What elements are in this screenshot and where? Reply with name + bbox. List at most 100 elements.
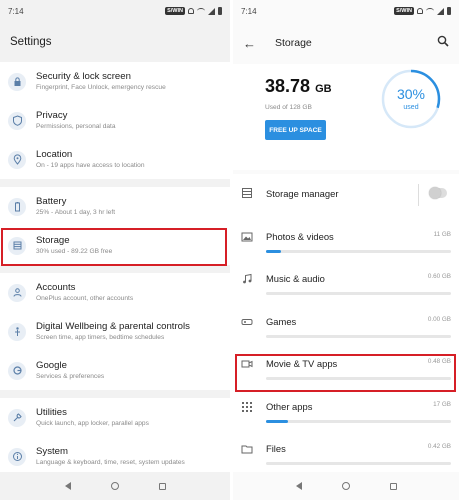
music-note-icon bbox=[241, 272, 253, 284]
settings-list: Security & lock screen Fingerprint, Face … bbox=[0, 62, 230, 476]
settings-item-system[interactable]: System Language & keyboard, time, reset, … bbox=[0, 437, 230, 476]
apps-grid-icon bbox=[241, 400, 253, 412]
signal-icon bbox=[437, 7, 444, 15]
settings-item-subtitle: Services & preferences bbox=[36, 372, 105, 380]
storage-category-name: Photos & videos bbox=[266, 230, 334, 242]
google-g-icon bbox=[8, 361, 26, 380]
nav-bar bbox=[0, 472, 230, 500]
folder-icon bbox=[241, 442, 253, 454]
free-up-space-button[interactable]: FREE UP SPACE bbox=[265, 120, 326, 140]
usage-percent-label: used bbox=[403, 104, 419, 111]
nav-home-icon[interactable] bbox=[110, 482, 119, 490]
settings-item-subtitle: Quick launch, app locker, parallel apps bbox=[36, 419, 149, 427]
settings-item-title: Security & lock screen bbox=[36, 70, 131, 82]
settings-item-text: Battery 25% - About 1 day, 3 hr left bbox=[36, 196, 115, 218]
settings-item-battery[interactable]: Battery 25% - About 1 day, 3 hr left bbox=[0, 187, 230, 226]
settings-group: Security & lock screen Fingerprint, Face … bbox=[0, 62, 230, 179]
settings-item-accounts[interactable]: Accounts OnePlus account, other accounts bbox=[0, 273, 230, 312]
settings-item-title: Google bbox=[36, 359, 67, 371]
storage-category-bar bbox=[266, 334, 451, 338]
settings-item-title: Battery bbox=[36, 195, 67, 207]
storage-category-games[interactable]: Games 0.00 GB bbox=[233, 301, 459, 344]
storage-category-bar-fill bbox=[266, 249, 281, 253]
storage-category-bar bbox=[266, 419, 451, 423]
settings-item-title: Location bbox=[36, 148, 73, 160]
nav-recents-icon[interactable] bbox=[158, 482, 166, 490]
settings-item-subtitle: Screen time, app timers, bedtime schedul… bbox=[36, 333, 165, 341]
status-bar: 7:14 S/WIN bbox=[233, 0, 459, 22]
storage-category-name: Games bbox=[266, 315, 297, 327]
settings-item-text: Utilities Quick launch, app locker, paral… bbox=[36, 407, 149, 429]
nav-back-icon[interactable] bbox=[295, 482, 302, 490]
page-title: Settings bbox=[10, 36, 52, 48]
storage-category-bar bbox=[266, 249, 451, 253]
settings-item-title: Utilities bbox=[36, 406, 67, 418]
storage-manager-toggle[interactable] bbox=[429, 187, 447, 199]
battery-status-icon bbox=[447, 7, 451, 15]
storage-category-name: Other apps bbox=[266, 400, 313, 412]
settings-item-google[interactable]: Google Services & preferences bbox=[0, 351, 230, 390]
storage-category-bar-fill bbox=[266, 419, 289, 423]
nav-back-icon[interactable] bbox=[64, 482, 71, 490]
battery-status-icon bbox=[218, 7, 222, 15]
settings-item-digital-wellbeing-parental-controls[interactable]: Digital Wellbeing & parental controls Scr… bbox=[0, 312, 230, 351]
settings-item-title: System bbox=[36, 445, 68, 457]
status-time: 7:14 bbox=[241, 6, 257, 16]
page-title: Storage bbox=[275, 37, 312, 49]
storage-category-size: 11 GB bbox=[433, 230, 451, 238]
nav-recents-icon[interactable] bbox=[389, 482, 397, 490]
status-bar: 7:14 S/WIN bbox=[0, 0, 230, 22]
storage-manager-icon bbox=[242, 188, 252, 198]
used-value: 38.78 bbox=[265, 76, 311, 96]
usage-percent: 30% bbox=[396, 86, 426, 102]
location-pin-icon bbox=[8, 150, 26, 169]
nav-bar bbox=[233, 472, 459, 500]
settings-item-text: Privacy Permissions, personal data bbox=[36, 110, 116, 132]
used-unit: GB bbox=[315, 83, 332, 95]
image-icon bbox=[241, 230, 253, 242]
storage-category-files[interactable]: Files 0.42 GB bbox=[233, 429, 459, 472]
storage-category-music-audio[interactable]: Music & audio 0.60 GB bbox=[233, 259, 459, 302]
settings-item-subtitle: Language & keyboard, time, reset, system… bbox=[36, 458, 185, 466]
info-icon bbox=[8, 447, 26, 466]
storage-manager-row[interactable]: Storage manager bbox=[233, 174, 459, 217]
settings-item-subtitle: Permissions, personal data bbox=[36, 122, 116, 130]
storage-summary: 38.78 GB Used of 128 GB FREE UP SPACE 30… bbox=[233, 64, 459, 170]
storage-category-bar bbox=[266, 292, 451, 295]
storage-manager-label: Storage manager bbox=[266, 188, 339, 199]
storage-category-size: 0.00 GB bbox=[427, 315, 451, 323]
storage-category-name: Music & audio bbox=[266, 273, 325, 284]
settings-item-title: Privacy bbox=[36, 109, 68, 121]
notification-mute-icon bbox=[417, 8, 423, 14]
settings-item-security-lock-screen[interactable]: Security & lock screen Fingerprint, Face … bbox=[0, 62, 230, 101]
storage-screen: 7:14 S/WIN ← Storage 38.78 GB Used of 12… bbox=[233, 0, 459, 500]
wellbeing-icon bbox=[8, 322, 26, 341]
settings-item-text: Security & lock screen Fingerprint, Face … bbox=[36, 71, 166, 93]
shield-icon bbox=[8, 111, 26, 130]
settings-item-utilities[interactable]: Utilities Quick launch, app locker, paral… bbox=[0, 398, 230, 437]
carrier-badge: S/WIN bbox=[394, 7, 414, 15]
storage-category-photos-videos[interactable]: Photos & videos 11 GB bbox=[233, 216, 459, 259]
storage-highlight-box bbox=[1, 228, 227, 266]
settings-item-subtitle: 25% - About 1 day, 3 hr left bbox=[36, 208, 116, 216]
settings-item-location[interactable]: Location On - 19 apps have access to loca… bbox=[0, 140, 230, 179]
settings-item-title: Digital Wellbeing & parental controls bbox=[36, 320, 190, 332]
settings-item-privacy[interactable]: Privacy Permissions, personal data bbox=[0, 101, 230, 140]
person-icon bbox=[8, 283, 26, 302]
carrier-badge: S/WIN bbox=[165, 7, 185, 15]
gamepad-icon bbox=[241, 315, 253, 327]
app-bar: ← Storage bbox=[233, 22, 459, 64]
signal-icon bbox=[208, 7, 215, 15]
search-icon[interactable] bbox=[437, 34, 449, 52]
storage-category-name: Files bbox=[266, 443, 286, 454]
nav-home-icon[interactable] bbox=[341, 482, 350, 490]
settings-screen: 7:14 S/WIN Settings Security & lock scre… bbox=[0, 0, 230, 500]
settings-item-text: Accounts OnePlus account, other accounts bbox=[36, 282, 133, 304]
settings-item-subtitle: On - 19 apps have access to location bbox=[36, 161, 145, 169]
storage-category-size: 17 GB bbox=[433, 400, 451, 408]
storage-category-other-apps[interactable]: Other apps 17 GB bbox=[233, 386, 459, 429]
settings-item-text: Digital Wellbeing & parental controls Scr… bbox=[36, 321, 190, 343]
storage-category-size: 0.42 GB bbox=[427, 443, 451, 450]
divider bbox=[418, 184, 419, 206]
back-arrow-icon[interactable]: ← bbox=[243, 36, 263, 51]
